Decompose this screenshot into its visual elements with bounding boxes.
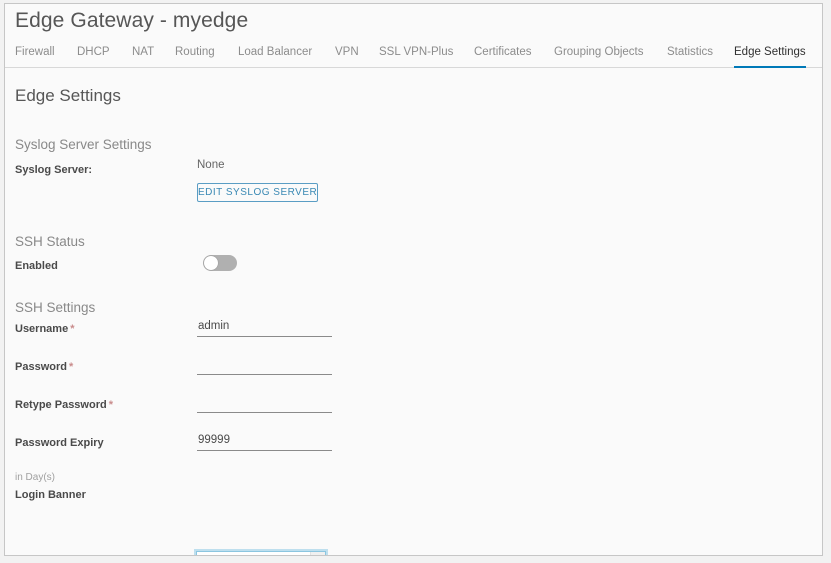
login-banner-label-text: Login Banner xyxy=(15,489,86,501)
syslog-server-value: None xyxy=(197,159,225,171)
login-banner-scrollbar[interactable] xyxy=(310,552,325,556)
password-label-text: Password xyxy=(15,361,67,373)
username-label-text: Username xyxy=(15,323,68,335)
password-expiry-label: Password Expiry xyxy=(15,437,104,449)
edge-settings-panel: Edge Settings Syslog Server Settings Sys… xyxy=(5,68,822,555)
ssh-enabled-label: Enabled xyxy=(15,260,58,272)
password-expiry-label-text: Password Expiry xyxy=(15,437,104,449)
username-input[interactable] xyxy=(197,317,332,337)
tab-bar: Firewall DHCP NAT Routing Load Balancer … xyxy=(5,43,822,68)
page-title: Edge Gateway - myedge xyxy=(15,9,248,33)
tab-statistics[interactable]: Statistics xyxy=(667,43,713,68)
retype-password-label-text: Retype Password xyxy=(15,399,107,411)
password-label: Password* xyxy=(15,361,73,373)
password-input[interactable] xyxy=(197,355,332,375)
tab-routing[interactable]: Routing xyxy=(175,43,215,68)
login-banner-textarea[interactable]: ******************************* ********… xyxy=(197,552,310,556)
retype-password-input[interactable] xyxy=(197,393,332,413)
tab-firewall[interactable]: Firewall xyxy=(15,43,55,68)
ssh-status-heading: SSH Status xyxy=(15,234,85,249)
ssh-enabled-toggle-knob xyxy=(204,256,218,270)
retype-password-required-mark: * xyxy=(109,399,113,411)
tab-load-balancer[interactable]: Load Balancer xyxy=(238,43,312,68)
retype-password-label: Retype Password* xyxy=(15,399,113,411)
ssh-enabled-label-text: Enabled xyxy=(15,260,58,272)
tab-dhcp[interactable]: DHCP xyxy=(77,43,110,68)
tab-grouping-objects[interactable]: Grouping Objects xyxy=(554,43,644,68)
login-banner-label: Login Banner xyxy=(15,489,86,501)
syslog-server-label-text: Syslog Server: xyxy=(15,164,92,176)
tab-nat[interactable]: NAT xyxy=(132,43,154,68)
edge-gateway-window: Edge Gateway - myedge Firewall DHCP NAT … xyxy=(4,3,823,556)
syslog-server-label: Syslog Server: xyxy=(15,164,92,176)
syslog-section-heading: Syslog Server Settings xyxy=(15,137,152,152)
tab-edge-settings[interactable]: Edge Settings xyxy=(734,43,806,68)
tab-ssl-vpn-plus[interactable]: SSL VPN-Plus xyxy=(379,43,453,68)
password-expiry-input[interactable] xyxy=(197,431,332,451)
login-banner-field[interactable]: ******************************* ********… xyxy=(196,551,326,556)
password-expiry-helper: in Day(s) xyxy=(15,472,55,483)
tab-certificates[interactable]: Certificates xyxy=(474,43,532,68)
section-title: Edge Settings xyxy=(15,86,121,106)
username-label: Username* xyxy=(15,323,74,335)
username-required-mark: * xyxy=(70,323,74,335)
edit-syslog-server-button[interactable]: EDIT SYSLOG SERVER xyxy=(197,183,318,202)
ssh-enabled-toggle[interactable] xyxy=(203,255,237,271)
password-required-mark: * xyxy=(69,361,73,373)
ssh-settings-heading: SSH Settings xyxy=(15,300,95,315)
scroll-up-arrow-icon[interactable] xyxy=(311,554,325,556)
tab-vpn[interactable]: VPN xyxy=(335,43,359,68)
